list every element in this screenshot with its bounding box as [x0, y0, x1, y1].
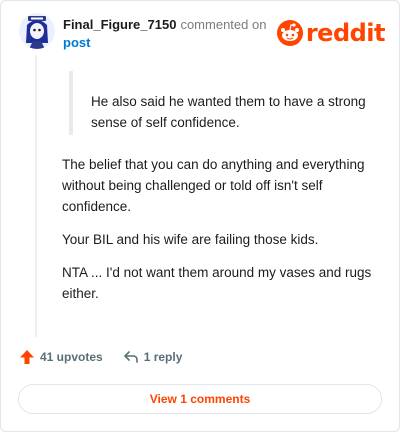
- reddit-snoo-icon: [276, 20, 303, 46]
- upvote-arrow-icon: [20, 350, 34, 364]
- post-link[interactable]: post: [63, 34, 266, 52]
- comment-card: Final_Figure_7150 commented on post reddi…: [0, 0, 400, 432]
- reply-arrow-icon: [123, 351, 138, 363]
- reddit-wordmark: reddit: [305, 19, 386, 47]
- comment-meta: Final_Figure_7150 commented on post: [63, 16, 266, 52]
- avatar-icon: [19, 13, 55, 49]
- upvote-count: 41 upvotes: [40, 350, 103, 364]
- upvote-button[interactable]: 41 upvotes: [19, 349, 103, 365]
- reply-button[interactable]: 1 reply: [123, 349, 183, 365]
- user-avatar[interactable]: [19, 13, 55, 49]
- comment-quote: He also said he wanted them to have a st…: [69, 71, 391, 135]
- comment-paragraph: The belief that you can do anything and …: [62, 157, 365, 214]
- comment-header: Final_Figure_7150 commented on post reddi…: [19, 13, 389, 53]
- comment-paragraph: Your BIL and his wife are failing those …: [62, 232, 319, 247]
- reply-count: 1 reply: [143, 350, 183, 364]
- commented-on-text: commented on: [180, 17, 267, 32]
- comment-body: The belief that you can do anything and …: [62, 154, 380, 316]
- thread-line[interactable]: [35, 55, 37, 337]
- view-comments-button[interactable]: View 1 comments: [18, 384, 382, 414]
- comment-actions: 41 upvotes 1 reply: [19, 349, 182, 365]
- username-link[interactable]: Final_Figure_7150: [63, 17, 176, 32]
- comment-paragraph: NTA ... I'd not want them around my vase…: [62, 265, 372, 301]
- reddit-logo[interactable]: reddit: [276, 19, 386, 47]
